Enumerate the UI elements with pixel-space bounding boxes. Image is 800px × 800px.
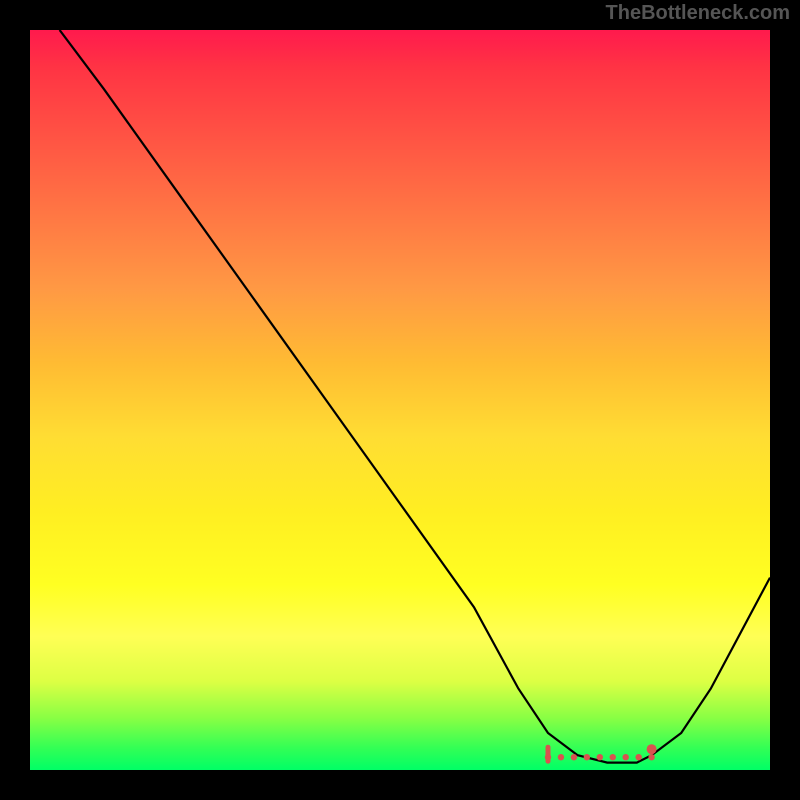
bottleneck-curve-line bbox=[60, 30, 770, 763]
flat-region-markers bbox=[545, 747, 655, 761]
chart-gradient-area bbox=[30, 30, 770, 770]
watermark-text: TheBottleneck.com bbox=[606, 2, 790, 25]
chart-svg bbox=[30, 30, 770, 770]
curve-end-dot bbox=[647, 744, 657, 754]
